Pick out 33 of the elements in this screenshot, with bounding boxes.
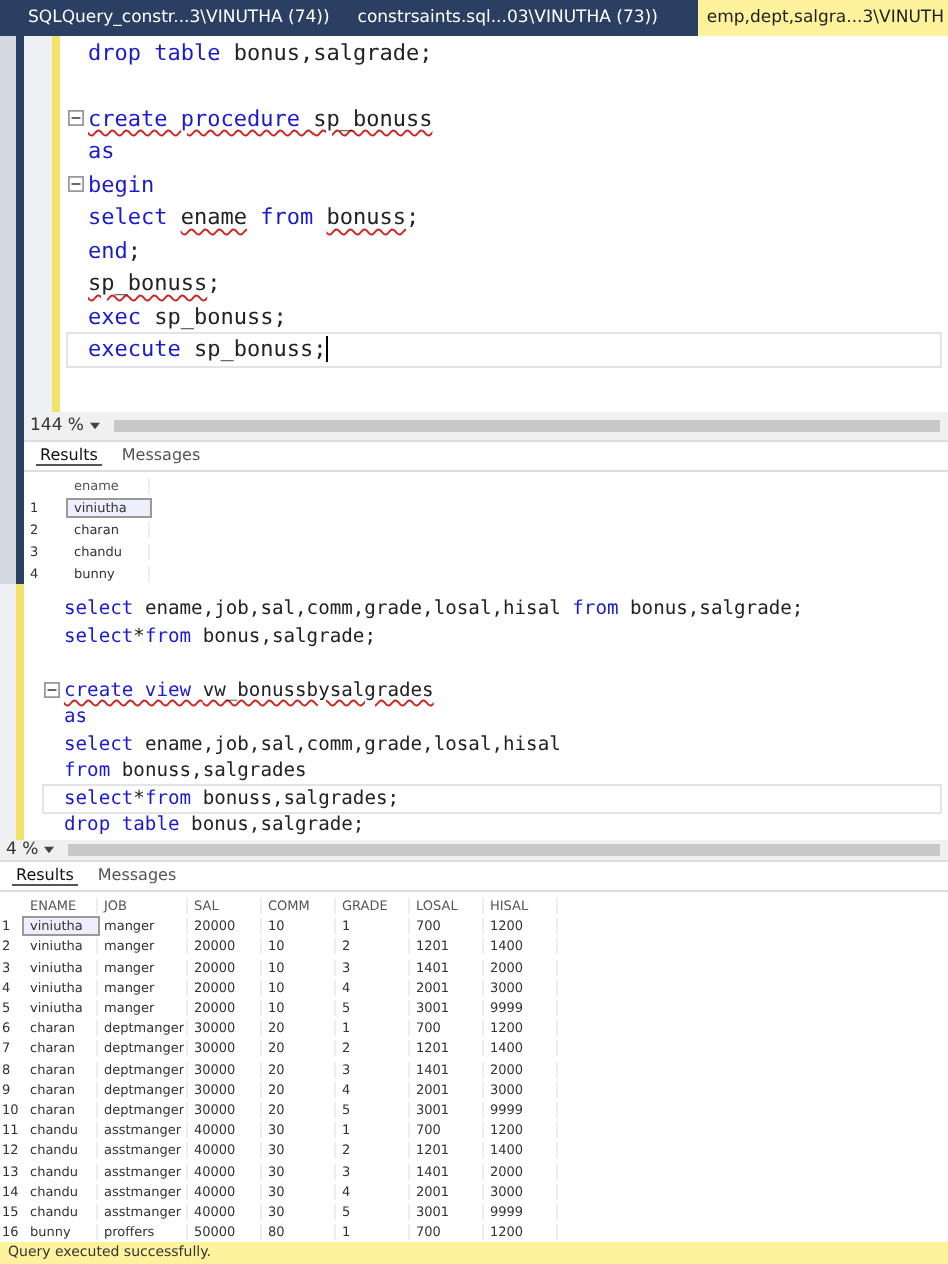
code-line: as [64, 706, 88, 729]
code-line: as [88, 138, 115, 165]
zoom-level[interactable]: 4 % [0, 840, 45, 860]
dropdown-arrow-icon[interactable] [44, 846, 55, 854]
code-line: select ename,job,sal,comm,grade,losal,hisal from bonus,salgrade; [64, 598, 804, 621]
code-line: end; [88, 237, 141, 264]
code-line: from bonuss,salgrades [64, 760, 307, 783]
code-line: select ename from bonuss; [88, 204, 420, 231]
code-line: exec sp_bonuss; [88, 303, 287, 330]
code-line: execute sp_bonuss; [88, 336, 329, 363]
code-line: sp_bonuss; [88, 270, 221, 297]
document-tab[interactable]: SQLQuery_constr...3\VINUTHA (74)) [20, 0, 346, 36]
dropdown-arrow-icon[interactable] [90, 422, 101, 431]
results-tab[interactable]: Messages [117, 446, 205, 467]
document-tab[interactable]: emp,dept,salgra...3\VINUTH [698, 0, 948, 36]
horizontal-scrollbar[interactable] [114, 420, 940, 433]
horizontal-scrollbar[interactable] [68, 844, 940, 856]
code-line: create view vw_bonussbysalgrades [64, 679, 434, 702]
code-line: select ename,job,sal,comm,grade,losal,hisal [64, 733, 561, 756]
code-line: select*from bonuss,salgrades; [64, 787, 400, 810]
collapse-icon[interactable] [68, 110, 84, 127]
code-line: drop table bonus,salgrade; [64, 814, 365, 837]
results-tab[interactable]: Results [36, 446, 102, 467]
code-line: begin [88, 171, 155, 198]
code-line: select*from bonus,salgrade; [64, 625, 376, 648]
collapse-icon[interactable] [68, 176, 84, 193]
code-line: drop table bonus,salgrade; [88, 39, 433, 66]
collapse-icon[interactable] [44, 682, 60, 699]
code-line: create procedure sp_bonuss [88, 105, 433, 132]
results-tab[interactable]: Results [12, 866, 78, 886]
zoom-level[interactable]: 144 % [24, 416, 91, 437]
document-tab[interactable]: constrsaints.sql...03\VINUTHA (73)) [349, 0, 674, 36]
results-tab[interactable]: Messages [93, 866, 181, 886]
